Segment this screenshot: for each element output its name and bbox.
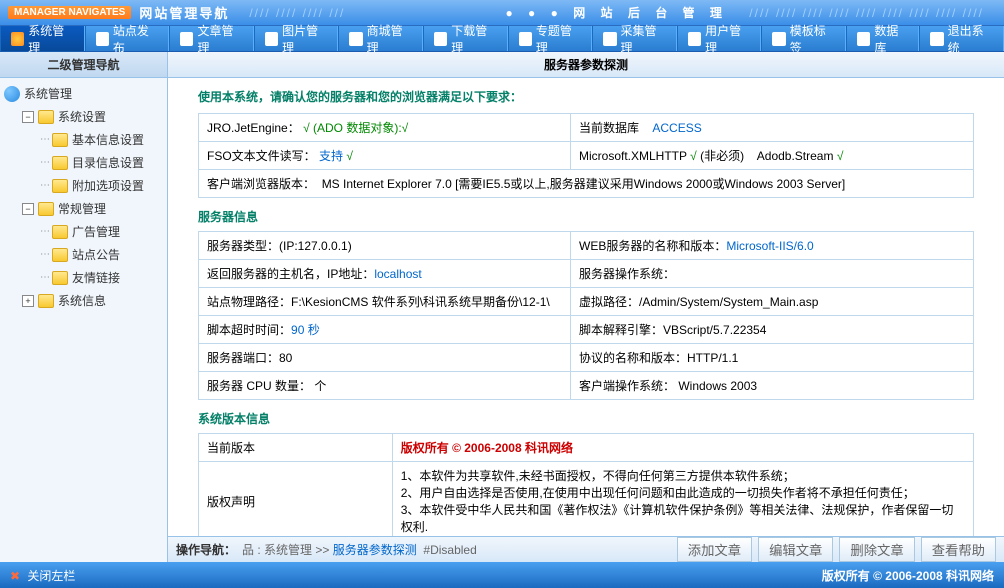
edit-article-button[interactable]: 编辑文章: [758, 537, 833, 562]
footer-copyright: 版权所有 © 2006-2008 科讯网络: [822, 567, 994, 584]
server-info-table: 服务器类型：(IP:127.0.0.1)WEB服务器的名称和版本：Microso…: [198, 231, 974, 400]
globe-icon: [4, 86, 20, 102]
close-icon: ✖: [10, 569, 20, 583]
tree-item-0-1[interactable]: ⋯目录信息设置: [36, 151, 167, 174]
folder-icon: [38, 202, 54, 216]
footer-bar: ✖ 关闭左栏 版权所有 © 2006-2008 科讯网络: [0, 562, 1004, 588]
tree-item-1-1[interactable]: ⋯站点公告: [36, 243, 167, 266]
timeout-link[interactable]: 90 秒: [291, 323, 320, 337]
table-row: 站点物理路径：F:\KesionCMS 软件系列\科讯系统早期备份\12-1\虚…: [199, 288, 974, 316]
menu-item-1[interactable]: 站点发布: [85, 26, 170, 51]
menu-item-10[interactable]: 数据库: [846, 26, 919, 51]
menu-icon: [434, 32, 447, 46]
menu-icon: [11, 32, 24, 46]
menu-item-2[interactable]: 文章管理: [169, 26, 254, 51]
db-link[interactable]: ACCESS: [652, 121, 701, 135]
expand-icon[interactable]: −: [22, 203, 34, 215]
folder-icon: [52, 179, 68, 193]
operation-bar: 操作导航： 品 : 系统管理 >> 服务器参数探测 #Disabled 添加文章…: [168, 536, 1004, 562]
table-row: FSO文本文件读写： 支持 √ Microsoft.XMLHTTP √ (非必须…: [199, 142, 974, 170]
requirements-table: JRO.JetEngine： √ (ADO 数据对象):√ 当前数据库 ACCE…: [198, 113, 974, 198]
menu-icon: [519, 32, 532, 46]
menu-icon: [688, 32, 701, 46]
menu-item-0[interactable]: 系统管理: [0, 26, 85, 51]
menu-item-6[interactable]: 专题管理: [508, 26, 593, 51]
menu-icon: [857, 32, 870, 46]
table-row: 客户端浏览器版本： MS Internet Explorer 7.0 [需要IE…: [199, 170, 974, 198]
breadcrumb: 品 : 系统管理 >> 服务器参数探测 #Disabled: [242, 541, 477, 558]
tree-item-1-0[interactable]: ⋯广告管理: [36, 220, 167, 243]
breadcrumb-link[interactable]: 服务器参数探测: [333, 543, 417, 557]
fso-link[interactable]: 支持: [319, 149, 343, 163]
table-row: JRO.JetEngine： √ (ADO 数据对象):√ 当前数据库 ACCE…: [199, 114, 974, 142]
version-table: 当前版本 版权所有 © 2006-2008 科讯网络 版权声明 1、本软件为共享…: [198, 433, 974, 536]
add-article-button[interactable]: 添加文章: [677, 537, 752, 562]
folder-icon: [52, 248, 68, 262]
menu-icon: [772, 32, 785, 46]
expand-icon[interactable]: +: [22, 295, 34, 307]
view-help-button[interactable]: 查看帮助: [921, 537, 996, 562]
menu-icon: [603, 32, 616, 46]
nav-title: 网站管理导航: [139, 3, 229, 22]
tree-root[interactable]: 系统管理: [0, 82, 167, 105]
sidebar: 二级管理导航 系统管理−系统设置⋯基本信息设置⋯目录信息设置⋯附加选项设置−常规…: [0, 52, 168, 562]
table-row: 服务器端口：80协议的名称和版本：HTTP/1.1: [199, 344, 974, 372]
delete-article-button[interactable]: 删除文章: [839, 537, 914, 562]
folder-icon: [52, 271, 68, 285]
sidebar-header: 二级管理导航: [0, 52, 167, 78]
table-row: 返回服务器的主机名，IP地址：localhost服务器操作系统：: [199, 260, 974, 288]
menu-bar: 系统管理站点发布文章管理图片管理商城管理下载管理专题管理采集管理用户管理模板标签…: [0, 26, 1004, 52]
menu-icon: [96, 32, 109, 46]
server-section-title: 服务器信息: [198, 208, 974, 225]
expand-icon[interactable]: −: [22, 111, 34, 123]
menu-item-5[interactable]: 下载管理: [423, 26, 508, 51]
menu-item-7[interactable]: 采集管理: [592, 26, 677, 51]
content-panel: 服务器参数探测 使用本系统，请确认您的服务器和您的浏览器满足以下要求： JRO.…: [168, 52, 1004, 562]
menu-icon: [349, 32, 362, 46]
folder-icon: [52, 156, 68, 170]
folder-icon: [52, 133, 68, 147]
content-title: 服务器参数探测: [168, 52, 1004, 78]
manager-badge: MANAGER NAVIGATES: [8, 6, 131, 19]
app-title: ● ● ● 网 站 后 台 管 理: [505, 4, 727, 21]
tree-item-0-2[interactable]: ⋯附加选项设置: [36, 174, 167, 197]
folder-icon: [38, 294, 54, 308]
tree-item-1-2[interactable]: ⋯友情链接: [36, 266, 167, 289]
close-left-panel[interactable]: ✖ 关闭左栏: [10, 567, 75, 584]
table-row: 版权声明 1、本软件为共享软件,未经书面授权，不得向任何第三方提供本软件系统； …: [199, 462, 974, 537]
tree-item-0-0[interactable]: ⋯基本信息设置: [36, 128, 167, 151]
requirements-title: 使用本系统，请确认您的服务器和您的浏览器满足以下要求：: [198, 88, 974, 105]
tree-group-0[interactable]: −系统设置: [18, 105, 167, 128]
host-link[interactable]: localhost: [374, 267, 421, 281]
menu-item-9[interactable]: 模板标签: [761, 26, 846, 51]
menu-icon: [265, 32, 278, 46]
header-pattern-right: //// //// //// //// //// //// //// //// …: [748, 6, 984, 20]
nav-tree: 系统管理−系统设置⋯基本信息设置⋯目录信息设置⋯附加选项设置−常规管理⋯广告管理…: [0, 78, 167, 316]
menu-item-4[interactable]: 商城管理: [338, 26, 423, 51]
menu-icon: [930, 32, 943, 46]
version-section-title: 系统版本信息: [198, 410, 974, 427]
table-row: 服务器类型：(IP:127.0.0.1)WEB服务器的名称和版本：Microso…: [199, 232, 974, 260]
table-row: 当前版本 版权所有 © 2006-2008 科讯网络: [199, 434, 974, 462]
op-label: 操作导航：: [176, 541, 236, 558]
table-row: 服务器 CPU 数量： 个客户端操作系统： Windows 2003: [199, 372, 974, 400]
menu-icon: [180, 32, 193, 46]
table-row: 脚本超时时间：90 秒脚本解释引擎：VBScript/5.7.22354: [199, 316, 974, 344]
iis-link[interactable]: Microsoft-IIS/6.0: [726, 239, 813, 253]
header-pattern-left: //// //// //// ///: [249, 6, 485, 20]
menu-item-11[interactable]: 退出系统: [919, 26, 1004, 51]
menu-item-3[interactable]: 图片管理: [254, 26, 339, 51]
tree-group-2[interactable]: +系统信息: [18, 289, 167, 312]
folder-icon: [38, 110, 54, 124]
folder-icon: [52, 225, 68, 239]
tree-group-1[interactable]: −常规管理: [18, 197, 167, 220]
menu-item-8[interactable]: 用户管理: [677, 26, 762, 51]
